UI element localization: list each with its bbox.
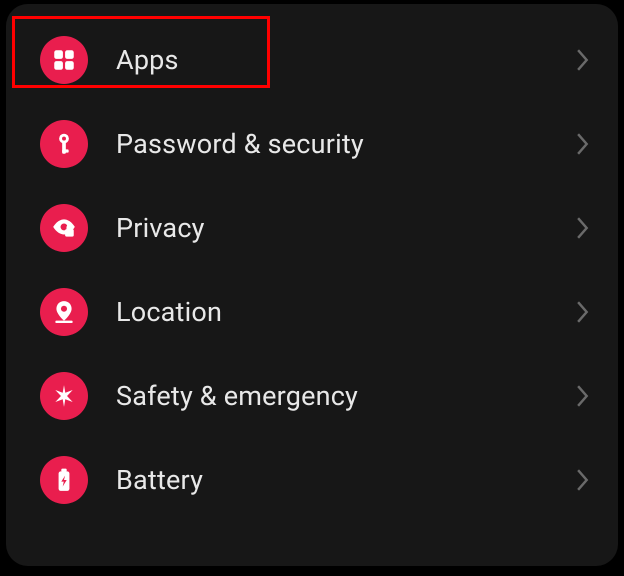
chevron-right-icon [576,49,590,71]
settings-item-label: Password & security [116,128,576,160]
key-icon [40,120,88,168]
location-icon [40,288,88,336]
settings-item-safety-emergency[interactable]: Safety & emergency [6,354,618,438]
settings-item-label: Location [116,296,576,328]
battery-icon [40,456,88,504]
chevron-right-icon [576,385,590,407]
settings-item-label: Apps [116,44,576,76]
settings-item-label: Safety & emergency [116,380,576,412]
settings-item-label: Privacy [116,212,576,244]
settings-item-battery[interactable]: Battery [6,438,618,522]
asterisk-icon [40,372,88,420]
chevron-right-icon [576,133,590,155]
settings-item-location[interactable]: Location [6,270,618,354]
settings-panel: Apps Password & security Privacy [6,4,618,566]
privacy-icon [40,204,88,252]
chevron-right-icon [576,217,590,239]
chevron-right-icon [576,469,590,491]
settings-item-apps[interactable]: Apps [6,18,618,102]
apps-icon [40,36,88,84]
settings-item-privacy[interactable]: Privacy [6,186,618,270]
settings-item-label: Battery [116,464,576,496]
settings-item-password-security[interactable]: Password & security [6,102,618,186]
chevron-right-icon [576,301,590,323]
